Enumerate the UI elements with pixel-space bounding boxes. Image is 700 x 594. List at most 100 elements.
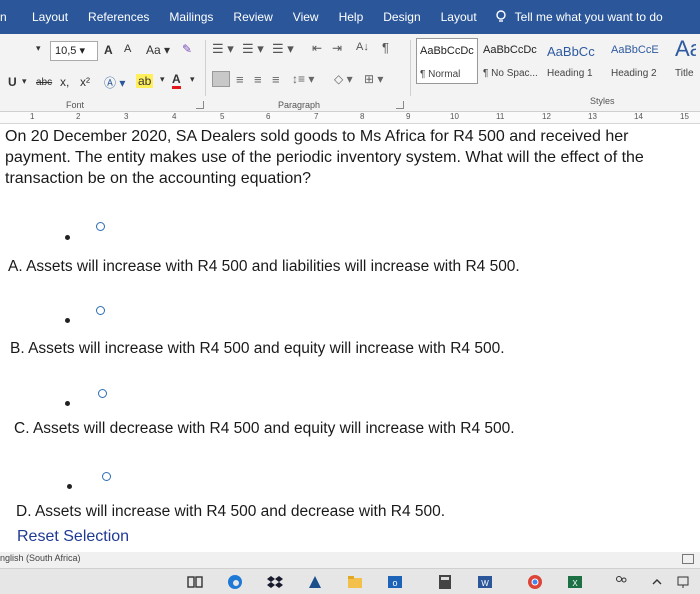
grow-font-label: A [104, 43, 113, 57]
style-heading-2[interactable]: AaBbCcE Heading 2 [608, 38, 670, 84]
align-right-icon[interactable]: ≡ [254, 72, 262, 87]
dropbox-icon[interactable] [266, 573, 284, 591]
line-spacing-icon[interactable]: ↕≡ ▾ [292, 72, 314, 86]
option-a-radio[interactable] [96, 222, 105, 231]
clear-formatting-icon[interactable]: ✎ [182, 42, 192, 56]
style-title-sample: Aa [675, 38, 696, 61]
ruler-number: 11 [496, 112, 505, 121]
task-view-icon[interactable] [186, 573, 204, 591]
subscript-button[interactable]: x, [60, 75, 69, 89]
style-heading-1-name: Heading 1 [547, 68, 593, 79]
highlight-dropdown[interactable]: ▾ [160, 74, 165, 85]
status-bar: nglish (South Africa) [0, 552, 700, 568]
bullets-icon[interactable]: ☰ ▾ [212, 41, 234, 57]
document-page[interactable]: On 20 December 2020, SA Dealers sold goo… [0, 124, 700, 552]
read-mode-icon[interactable] [682, 554, 694, 564]
style-heading-1[interactable]: AaBbCc Heading 1 [544, 38, 606, 84]
taskbar: o W X [0, 568, 700, 594]
justify-icon[interactable]: ≡ [272, 72, 280, 87]
numbering-icon[interactable]: ☰ ▾ [242, 41, 264, 57]
chrome-icon[interactable] [526, 573, 544, 591]
font-size-field[interactable]: 10,5 ▾ [50, 41, 98, 61]
calculator-icon[interactable] [436, 573, 454, 591]
option-c-radio[interactable] [98, 389, 107, 398]
tab-view[interactable]: View [283, 0, 329, 34]
tab-table-layout[interactable]: Layout [431, 0, 487, 34]
option-d-label[interactable]: D. Assets will increase with R4 500 and … [16, 503, 445, 521]
underline-button[interactable]: U [8, 75, 17, 89]
tab-references[interactable]: References [78, 0, 159, 34]
decrease-indent-icon[interactable]: ⇤ [312, 41, 322, 55]
language-indicator[interactable]: nglish (South Africa) [0, 553, 81, 563]
style-normal-name: ¶ Normal [420, 69, 461, 80]
people-icon[interactable] [612, 573, 630, 591]
font-name-dropdown-arrow[interactable]: ▾ [36, 43, 41, 54]
strikethrough-button[interactable]: abc [36, 77, 52, 88]
list-bullet [65, 318, 70, 323]
tab-layout[interactable]: Layout [22, 0, 78, 34]
option-c-label[interactable]: C. Assets will decrease with R4 500 and … [14, 420, 515, 438]
option-d-radio[interactable] [102, 472, 111, 481]
tab-review[interactable]: Review [223, 0, 282, 34]
tab-help[interactable]: Help [329, 0, 374, 34]
style-title-name: Title [675, 68, 694, 79]
change-case-button[interactable]: Aa ▾ [146, 43, 170, 57]
tab-file[interactable]: n [0, 0, 22, 34]
ruler-number: 8 [360, 112, 365, 121]
multilevel-list-icon[interactable]: ☰ ▾ [272, 41, 294, 57]
list-bullet [65, 235, 70, 240]
show-formatting-icon[interactable]: ¶ [382, 40, 389, 55]
excel-icon[interactable]: X [566, 573, 584, 591]
edge-browser-icon[interactable] [226, 573, 244, 591]
ruler-number: 5 [220, 112, 225, 121]
paragraph-dialog-launcher-icon[interactable] [396, 101, 404, 109]
text-effects-icon[interactable]: Ⓐ ▾ [104, 74, 125, 91]
tab-design[interactable]: Design [373, 0, 430, 34]
chevron-up-icon[interactable] [648, 573, 666, 591]
ruler-number: 2 [76, 112, 81, 121]
underline-dropdown[interactable]: ▾ [22, 76, 27, 87]
svg-text:X: X [572, 579, 578, 588]
ribbon-tab-bar: n Layout References Mailings Review View… [0, 0, 700, 34]
font-color-icon[interactable]: A [172, 72, 181, 89]
style-title[interactable]: Aa Title [672, 38, 696, 84]
align-center-icon[interactable]: ≡ [236, 72, 244, 87]
font-color-dropdown[interactable]: ▾ [190, 74, 195, 85]
app-shortcut-icon[interactable] [306, 573, 324, 591]
sort-icon[interactable]: A↓ [356, 41, 369, 53]
svg-text:W: W [481, 579, 489, 588]
style-normal[interactable]: AaBbCcDc ¶ Normal [416, 38, 478, 84]
tell-me-search[interactable]: Tell me what you want to do [495, 10, 663, 24]
option-a-label[interactable]: A. Assets will increase with R4 500 and … [8, 258, 520, 276]
font-group-label: Font [66, 100, 85, 110]
grow-font-button[interactable]: A [104, 43, 113, 57]
ruler-number: 14 [634, 112, 643, 121]
borders-icon[interactable]: ⊞ ▾ [364, 72, 383, 86]
option-b-radio[interactable] [96, 306, 105, 315]
shrink-font-label: A [124, 43, 132, 55]
group-divider [205, 40, 206, 96]
increase-indent-icon[interactable]: ⇥ [332, 41, 342, 55]
option-b-label[interactable]: B. Assets will increase with R4 500 and … [10, 340, 505, 358]
superscript-button[interactable]: x² [80, 75, 90, 89]
style-heading-2-name: Heading 2 [611, 68, 657, 79]
list-bullet [65, 401, 70, 406]
file-explorer-icon[interactable] [346, 573, 364, 591]
style-no-spacing-name: ¶ No Spac... [483, 68, 538, 79]
outlook-icon[interactable]: o [386, 573, 404, 591]
word-icon[interactable]: W [476, 573, 494, 591]
shrink-font-button[interactable]: A [124, 43, 131, 55]
reset-selection-link[interactable]: Reset Selection [17, 528, 129, 546]
group-divider [410, 40, 411, 96]
style-no-spacing[interactable]: AaBbCcDc ¶ No Spac... [480, 38, 542, 84]
align-left-icon[interactable] [212, 71, 230, 87]
ribbon: ▾ 10,5 ▾ A A Aa ▾ ✎ U ▾ abc x, x² Ⓐ ▾ ab… [0, 34, 700, 112]
network-icon[interactable] [674, 573, 692, 591]
tab-mailings[interactable]: Mailings [159, 0, 223, 34]
horizontal-ruler[interactable]: 1 2 3 4 5 6 7 8 9 10 11 12 13 14 15 [0, 112, 700, 124]
highlight-color-icon[interactable]: ab [136, 74, 154, 88]
ruler-number: 1 [30, 112, 35, 121]
shading-icon[interactable]: ◇ ▾ [334, 72, 353, 86]
font-dialog-launcher-icon[interactable] [196, 101, 204, 109]
subscript-label: x [60, 75, 66, 89]
